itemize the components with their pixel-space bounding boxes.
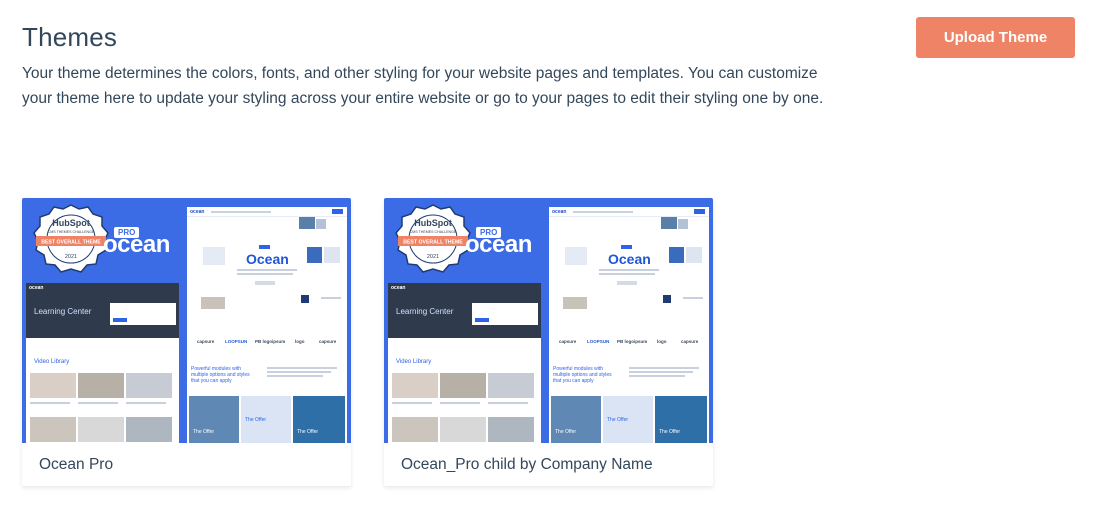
svg-text:BEST OVERALL THEME: BEST OVERALL THEME [403, 240, 463, 246]
badge-ribbon: BEST OVERALL THEME [41, 240, 101, 246]
award-badge-icon: HubSpot CMS THEMES CHALLENGE BEST OVERAL… [395, 204, 471, 273]
partner-logos: capsure LOOPSUN PB logoipsum logo capsur… [197, 339, 337, 344]
homepage-preview: ocean Ocean capsure LOOPSUN PB logoipsum… [187, 207, 347, 443]
preview-heading: Ocean [246, 251, 289, 267]
offer-label: The Offer [193, 429, 215, 435]
page-title: Themes [22, 22, 118, 52]
svg-text:HubSpot: HubSpot [414, 218, 452, 228]
badge-year: 2021 [65, 254, 77, 260]
learning-center-preview: ocean Learning Center Video Library [26, 283, 179, 443]
ocean-logo: ocean [465, 231, 532, 258]
learning-center-preview: ocean Learning Center Video Library [388, 283, 541, 443]
theme-name[interactable]: Ocean Pro [39, 456, 113, 474]
svg-text:2021: 2021 [427, 254, 439, 260]
preview-nav: ocean [187, 207, 347, 217]
badge-line: CMS THEMES CHALLENGE [48, 230, 95, 234]
themes-description: Your theme determines the colors, fonts,… [22, 65, 824, 107]
badge-brand: HubSpot [52, 218, 90, 228]
theme-name[interactable]: Ocean_Pro child by Company Name [401, 456, 653, 474]
ocean-logo: ocean [103, 231, 170, 258]
video-library-title: Video Library [34, 359, 70, 365]
upload-theme-button[interactable]: Upload Theme [916, 17, 1075, 58]
preview-powerful-text: Powerful modules with multiple options a… [191, 366, 250, 384]
theme-card-ocean-pro[interactable]: HubSpot CMS THEMES CHALLENGE BEST OVERAL… [22, 198, 351, 486]
preview-logo: ocean [190, 209, 205, 215]
theme-thumbnail[interactable]: HubSpot CMS THEMES CHALLENGE BEST OVERAL… [22, 198, 351, 443]
learning-center-title: Learning Center [34, 307, 92, 316]
svg-text:CMS THEMES CHALLENGE: CMS THEMES CHALLENGE [410, 230, 457, 234]
theme-thumbnail[interactable]: HubSpot CMS THEMES CHALLENGE BEST OVERAL… [384, 198, 713, 443]
award-badge-icon: HubSpot CMS THEMES CHALLENGE BEST OVERAL… [33, 204, 109, 273]
homepage-preview: ocean Ocean capsure LOOPSUN PB logoipsum… [549, 207, 709, 443]
theme-card-ocean-pro-child[interactable]: HubSpot CMS THEMES CHALLENGE BEST OVERAL… [384, 198, 713, 486]
